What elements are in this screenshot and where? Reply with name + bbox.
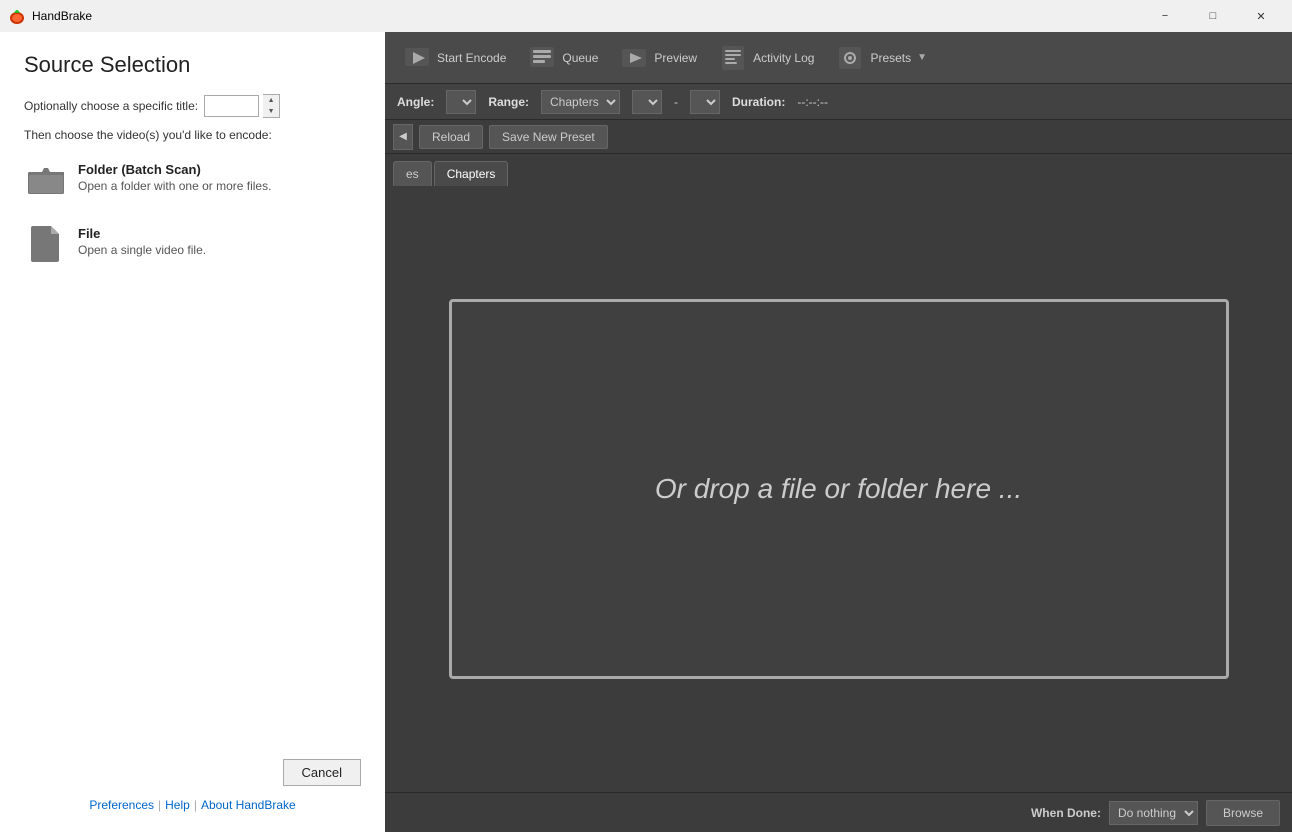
start-encode-label: Start Encode xyxy=(437,51,506,65)
spinner-buttons: ▲ ▼ xyxy=(263,94,280,118)
close-button[interactable]: ✕ xyxy=(1238,0,1284,32)
range-start-select[interactable] xyxy=(632,90,662,114)
file-option-desc: Open a single video file. xyxy=(78,243,206,257)
title-input[interactable] xyxy=(204,95,259,117)
presets-label: Presets xyxy=(870,51,911,65)
range-dash: - xyxy=(674,95,678,109)
content-area: Or drop a file or folder here ... xyxy=(385,186,1292,792)
preview-label: Preview xyxy=(654,51,697,65)
sep1: | xyxy=(158,798,161,812)
main-area: Source Selection Optionally choose a spe… xyxy=(0,32,1292,832)
tab-summary[interactable]: es xyxy=(393,161,432,186)
about-link[interactable]: About HandBrake xyxy=(201,798,296,812)
queue-button[interactable]: Queue xyxy=(518,38,608,78)
toolbar: Start Encode Queue xyxy=(385,32,1292,84)
action-bar: ◀ Reload Save New Preset xyxy=(385,120,1292,154)
source-title: Source Selection xyxy=(24,52,361,78)
tab-bar: es Chapters xyxy=(385,154,1292,186)
minimize-button[interactable]: − xyxy=(1142,0,1188,32)
chevron-button[interactable]: ◀ xyxy=(393,124,413,150)
queue-icon xyxy=(528,44,556,72)
source-panel: Source Selection Optionally choose a spe… xyxy=(0,32,385,832)
title-bar: HandBrake − □ ✕ xyxy=(0,0,1292,32)
bottom-bar: When Done: Do nothing Browse xyxy=(385,792,1292,832)
when-done-label: When Done: xyxy=(1031,806,1101,820)
file-icon xyxy=(28,226,64,262)
source-links: Preferences | Help | About HandBrake xyxy=(89,798,295,812)
window-controls: − □ ✕ xyxy=(1142,0,1284,32)
start-encode-button[interactable]: Start Encode xyxy=(393,38,516,78)
when-done-select[interactable]: Do nothing xyxy=(1109,801,1198,825)
range-label: Range: xyxy=(488,95,529,109)
angle-label: Angle: xyxy=(397,95,434,109)
title-selector-label: Optionally choose a specific title: ▲ ▼ xyxy=(24,94,361,118)
folder-option-title: Folder (Batch Scan) xyxy=(78,162,271,177)
range-type-select[interactable]: Chapters xyxy=(541,90,620,114)
settings-bar: Angle: Range: Chapters - Duration: --:--… xyxy=(385,84,1292,120)
app-logo xyxy=(8,7,26,25)
video-label: Then choose the video(s) you'd like to e… xyxy=(24,128,361,142)
app-title: HandBrake xyxy=(32,9,1142,23)
drop-zone[interactable]: Or drop a file or folder here ... xyxy=(449,299,1229,679)
duration-value: --:--:-- xyxy=(797,95,828,109)
save-preset-button[interactable]: Save New Preset xyxy=(489,125,608,149)
source-panel-bottom: Cancel Preferences | Help | About HandBr… xyxy=(24,759,361,812)
preferences-link[interactable]: Preferences xyxy=(89,798,154,812)
drop-text: Or drop a file or folder here ... xyxy=(655,473,1022,505)
maximize-button[interactable]: □ xyxy=(1190,0,1236,32)
help-link[interactable]: Help xyxy=(165,798,190,812)
cancel-button[interactable]: Cancel xyxy=(283,759,361,786)
folder-option-text: Folder (Batch Scan) Open a folder with o… xyxy=(78,162,271,193)
presets-button[interactable]: Presets ▼ xyxy=(826,38,937,78)
angle-select[interactable] xyxy=(446,90,476,114)
activity-log-button[interactable]: Activity Log xyxy=(709,38,824,78)
title-spinner: ▲ ▼ xyxy=(204,94,280,118)
file-option-text: File Open a single video file. xyxy=(78,226,206,257)
folder-option-desc: Open a folder with one or more files. xyxy=(78,179,271,193)
tab-chapters[interactable]: Chapters xyxy=(434,161,509,186)
preview-icon xyxy=(620,44,648,72)
folder-option[interactable]: Folder (Batch Scan) Open a folder with o… xyxy=(24,158,361,202)
folder-icon xyxy=(28,162,64,198)
file-option[interactable]: File Open a single video file. xyxy=(24,222,361,266)
start-encode-icon xyxy=(403,44,431,72)
duration-label: Duration: xyxy=(732,95,785,109)
presets-icon xyxy=(836,44,864,72)
spinner-up[interactable]: ▲ xyxy=(263,95,279,106)
presets-arrow: ▼ xyxy=(917,52,927,63)
activity-log-label: Activity Log xyxy=(753,51,814,65)
range-end-select[interactable] xyxy=(690,90,720,114)
sep2: | xyxy=(194,798,197,812)
spinner-down[interactable]: ▼ xyxy=(263,106,279,117)
file-option-title: File xyxy=(78,226,206,241)
reload-button[interactable]: Reload xyxy=(419,125,483,149)
queue-label: Queue xyxy=(562,51,598,65)
app-panel: Start Encode Queue xyxy=(385,32,1292,832)
activity-log-icon xyxy=(719,44,747,72)
browse-button[interactable]: Browse xyxy=(1206,800,1280,826)
preview-button[interactable]: Preview xyxy=(610,38,707,78)
